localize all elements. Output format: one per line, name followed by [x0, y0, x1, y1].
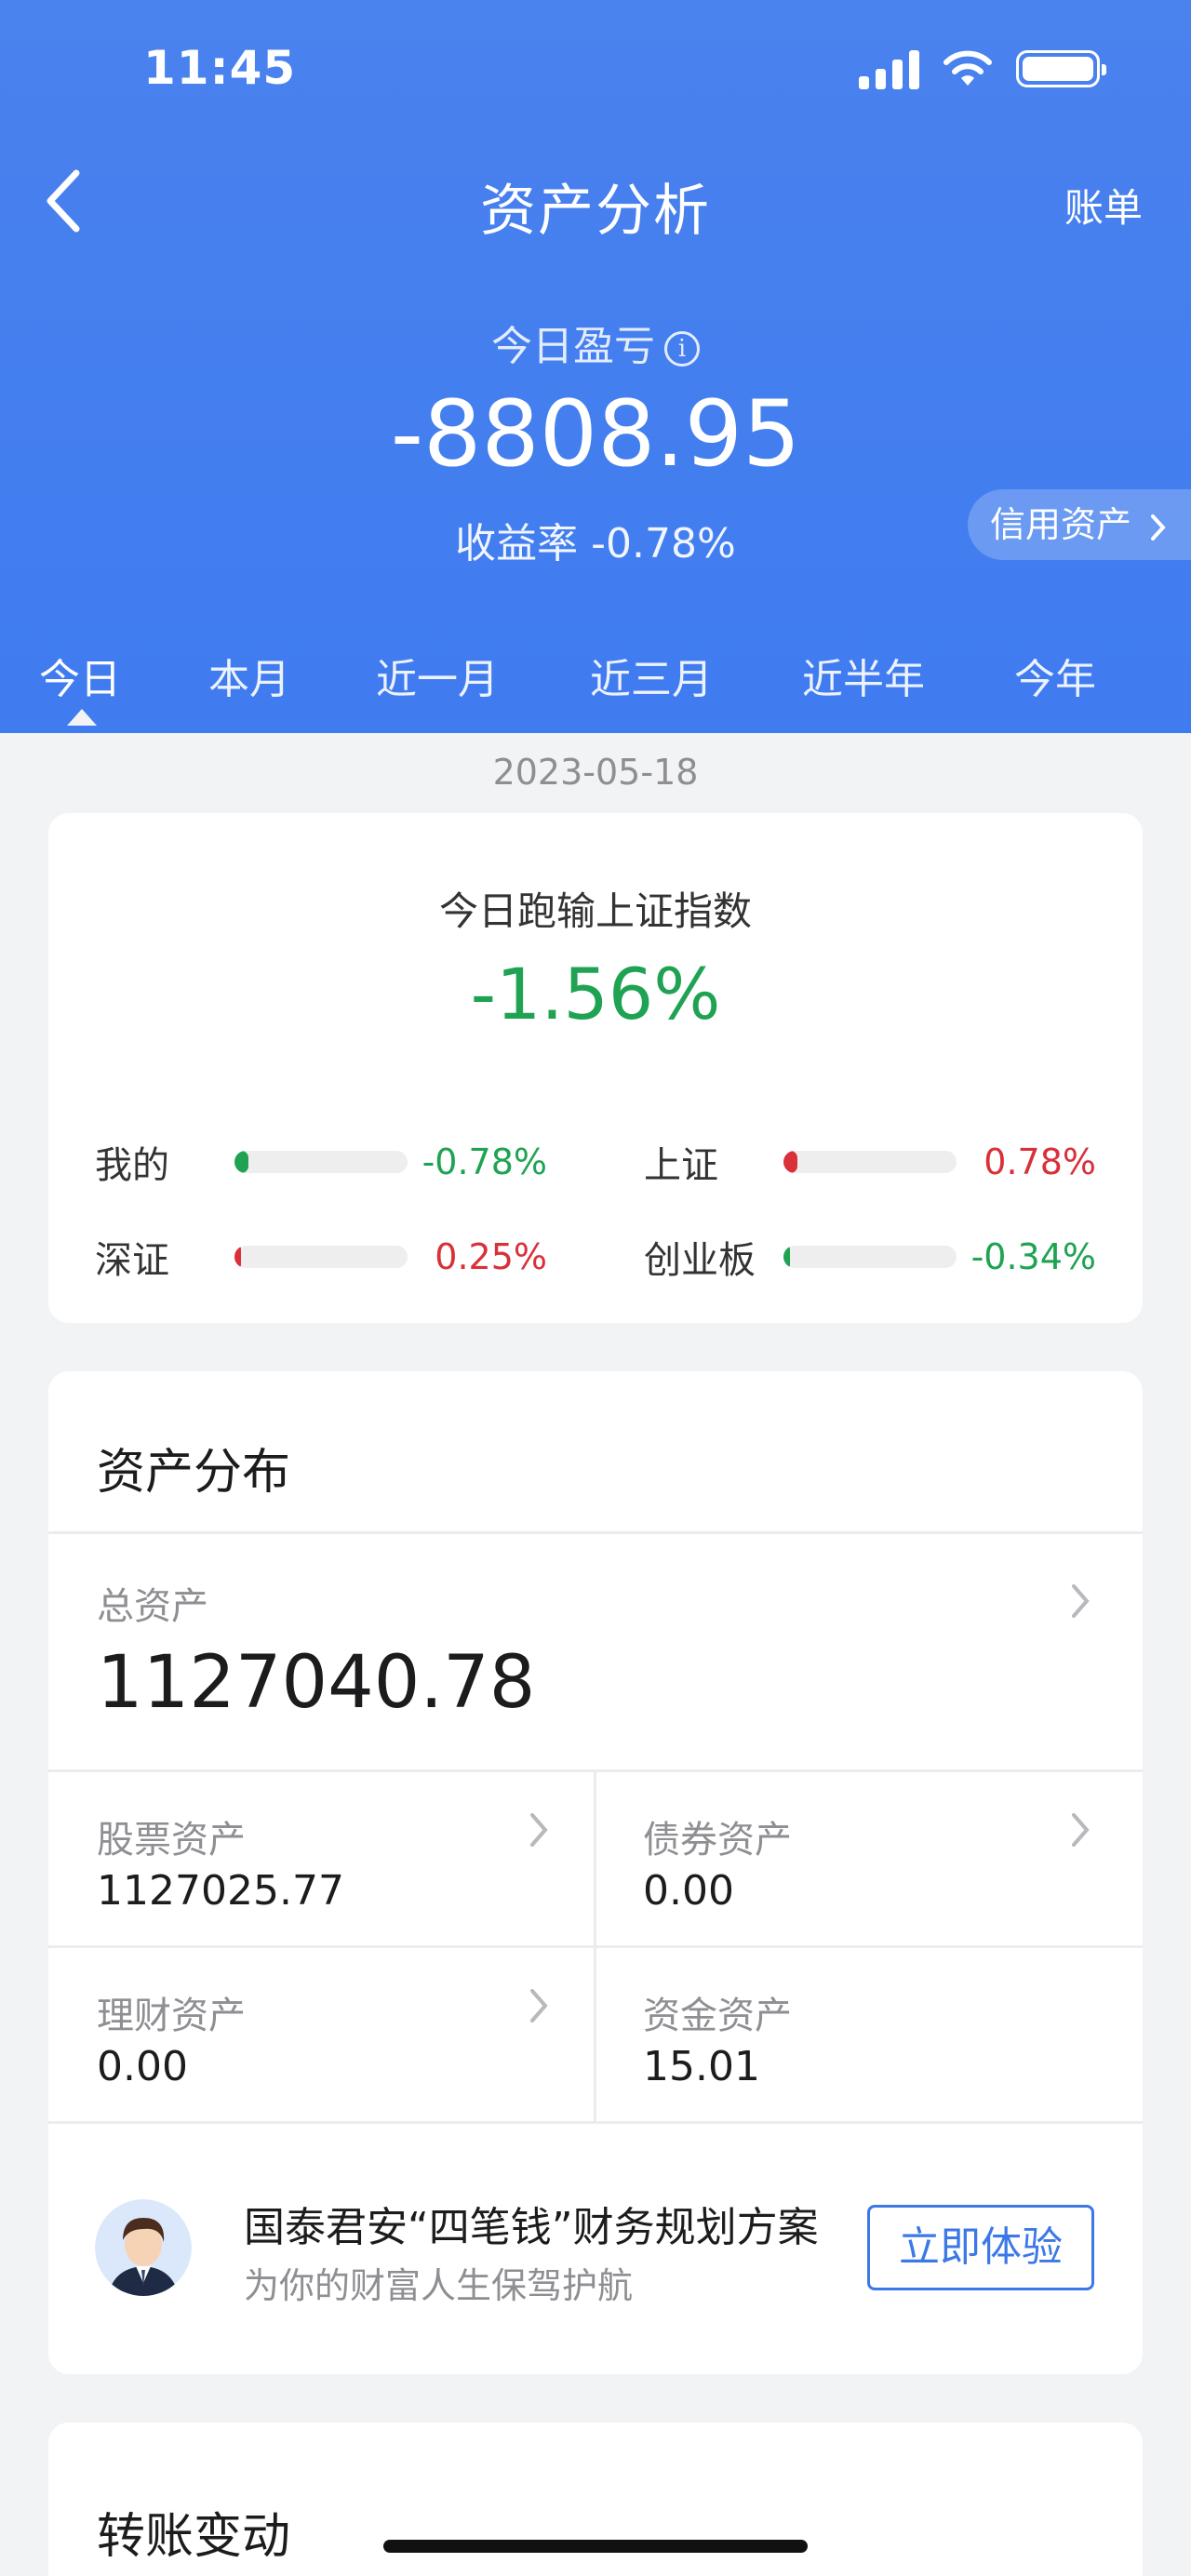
section-title: 转账变动: [97, 2509, 291, 2565]
compare-bar-fill: [783, 1151, 797, 1173]
compare-bar-fill: [783, 1246, 791, 1268]
index-comparison-card: 今日跑输上证指数 -1.56% 我的 -0.78% 上证 0.78% 深证 0.…: [48, 813, 1143, 1323]
status-icons: [859, 48, 1106, 89]
bond-assets-label: 债券资产: [643, 1819, 792, 1862]
asset-distribution-card: 资产分布 总资产 1127040.78 股票资产 1127025.77 债券资产…: [48, 1371, 1143, 2374]
chevron-right-icon: [1151, 514, 1166, 541]
tab-this-year[interactable]: 今年: [1014, 646, 1096, 705]
period-tabs: 今日 本月 近一月 近三月 近半年 今年: [0, 646, 1191, 733]
stock-assets-value: 1127025.77: [97, 1867, 344, 1915]
tab-last-half-year[interactable]: 近半年: [802, 646, 925, 705]
wealth-assets-label: 理财资产: [97, 1995, 246, 2037]
compare-value: 0.25%: [435, 1236, 547, 1277]
compare-bar-fill: [234, 1246, 242, 1268]
fund-assets-cell: 资金资产 15.01: [596, 1948, 1143, 2121]
tab-last-month[interactable]: 近一月: [376, 646, 499, 705]
bond-assets-cell[interactable]: 债券资产 0.00: [596, 1772, 1143, 1945]
chevron-right-icon: [530, 1989, 548, 2022]
stock-assets-cell[interactable]: 股票资产 1127025.77: [48, 1772, 594, 1945]
section-title: 资产分布: [97, 1445, 291, 1501]
compare-label: 深证: [95, 1239, 169, 1282]
transfer-changes-card: 转账变动: [48, 2423, 1143, 2576]
tab-this-month[interactable]: 本月: [208, 646, 290, 705]
status-bar: 11:45: [0, 0, 1191, 140]
credit-assets-label: 信用资产: [990, 504, 1132, 545]
pl-label: 今日盈亏: [491, 323, 655, 370]
wifi-icon: [943, 50, 992, 86]
status-time: 11:45: [143, 41, 297, 95]
bill-link[interactable]: 账单: [1064, 177, 1143, 234]
stock-assets-label: 股票资产: [97, 1819, 246, 1862]
compare-label: 上证: [644, 1144, 718, 1187]
compare-label: 我的: [95, 1144, 169, 1187]
compare-row-chinext: 创业板 -0.34%: [644, 1234, 1096, 1282]
chevron-right-icon: [530, 1813, 548, 1847]
tab-last-three-months[interactable]: 近三月: [590, 646, 713, 705]
credit-assets-button[interactable]: 信用资产: [968, 489, 1191, 560]
advisor-avatar: [95, 2199, 192, 2296]
pl-value: -8808.95: [390, 381, 801, 487]
try-now-button[interactable]: 立即体验: [867, 2205, 1094, 2290]
compare-bar: [783, 1246, 957, 1268]
compare-row-shanghai: 上证 0.78%: [644, 1139, 1096, 1187]
compare-value: 0.78%: [984, 1141, 1096, 1182]
promo-title: 国泰君安“四笔钱”财务规划方案: [244, 2204, 819, 2251]
home-indicator[interactable]: [383, 2540, 808, 2553]
compare-bar: [783, 1151, 957, 1173]
pl-label-row: 今日盈亏 i: [0, 313, 1191, 372]
total-assets-row[interactable]: 总资产 1127040.78: [48, 1534, 1143, 1748]
comparison-value: -1.56%: [470, 953, 721, 1035]
chevron-right-icon: [1072, 1584, 1090, 1618]
total-assets-value: 1127040.78: [97, 1641, 536, 1725]
page-title: 资产分析: [480, 179, 711, 244]
total-assets-label: 总资产: [97, 1585, 208, 1628]
battery-icon: [1016, 50, 1106, 87]
fund-assets-value: 15.01: [643, 2043, 760, 2090]
compare-value: -0.78%: [422, 1141, 547, 1182]
compare-value: -0.34%: [970, 1236, 1096, 1277]
compare-bar: [234, 1246, 408, 1268]
divider: [48, 2121, 1143, 2124]
fund-assets-label: 资金资产: [643, 1995, 792, 2037]
compare-bar-fill: [234, 1151, 248, 1173]
promo-subtitle: 为你的财富人生保驾护航: [244, 2265, 634, 2306]
chevron-right-icon: [1072, 1813, 1090, 1847]
wealth-assets-value: 0.00: [97, 2043, 188, 2090]
compare-row-mine: 我的 -0.78%: [95, 1139, 547, 1187]
compare-bar: [234, 1151, 408, 1173]
bond-assets-value: 0.00: [643, 1867, 734, 1915]
tab-today[interactable]: 今日: [39, 646, 121, 705]
header: 11:45 资产分析 账单 今日盈亏 i -8808.95 收益率 -0.78% …: [0, 0, 1191, 733]
comparison-title: 今日跑输上证指数: [438, 888, 752, 934]
active-tab-indicator: [67, 709, 97, 726]
info-icon[interactable]: i: [664, 331, 700, 367]
wealth-assets-cell[interactable]: 理财资产 0.00: [48, 1948, 594, 2121]
compare-label: 创业板: [644, 1239, 756, 1282]
compare-row-shenzhen: 深证 0.25%: [95, 1234, 547, 1282]
date-label: 2023-05-18: [492, 752, 699, 793]
signal-icon: [859, 48, 919, 89]
